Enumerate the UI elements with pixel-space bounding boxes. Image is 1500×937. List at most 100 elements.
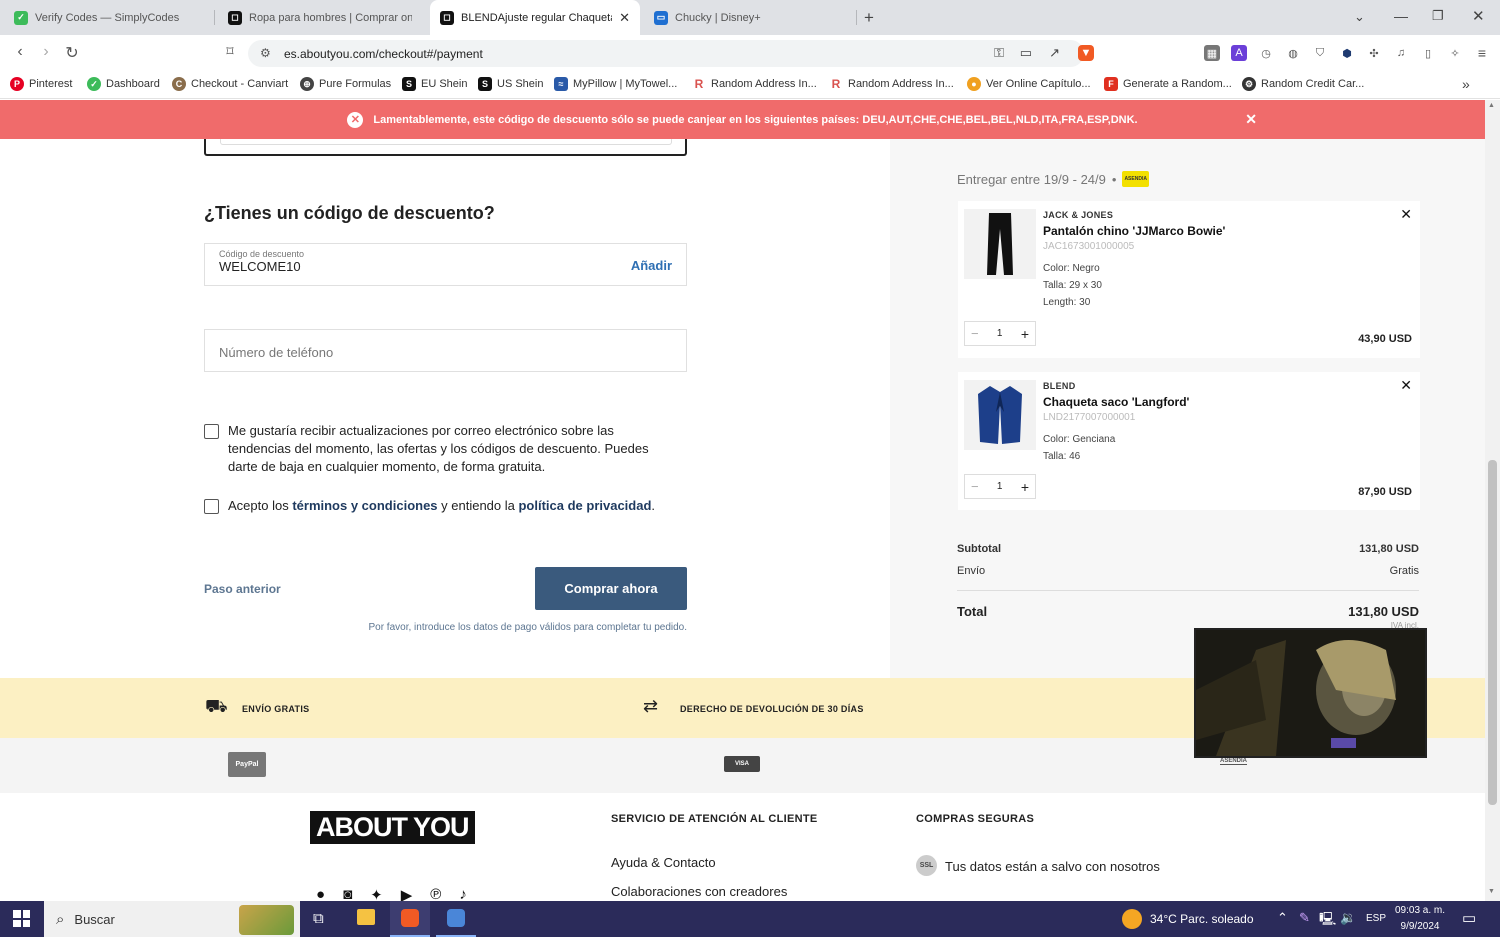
- weather-text[interactable]: 34°C Parc. soleado: [1150, 912, 1254, 926]
- restore-window-icon[interactable]: ❐: [1432, 8, 1444, 24]
- close-window-icon[interactable]: ✕: [1472, 7, 1485, 25]
- bookmark-random-address-2[interactable]: R Random Address In...: [829, 77, 954, 91]
- close-tab-icon[interactable]: ✕: [619, 10, 630, 26]
- minimize-window-icon[interactable]: —: [1394, 8, 1408, 24]
- tray-pen-icon[interactable]: ✎: [1299, 910, 1310, 926]
- brave-shield-icon[interactable]: ▼: [1078, 45, 1094, 61]
- newsletter-checkbox[interactable]: [204, 424, 219, 439]
- picture-in-picture-video[interactable]: [1194, 628, 1427, 758]
- asendia-badge: ASENDIA: [1122, 171, 1149, 187]
- file-explorer-icon[interactable]: [357, 909, 375, 925]
- tiktok-icon[interactable]: ♪: [459, 886, 467, 901]
- bookmark-eu-shein[interactable]: S EU Shein: [402, 77, 467, 91]
- close-alert-icon[interactable]: ✕: [1245, 111, 1257, 128]
- new-tab-button[interactable]: +: [864, 8, 874, 28]
- bookmark-pure-formulas[interactable]: ⊕ Pure Formulas: [300, 77, 391, 91]
- bookmark-random-credit[interactable]: ⚙ Random Credit Car...: [1242, 77, 1364, 91]
- key-icon[interactable]: ⚿: [994, 45, 1004, 61]
- windows-start-icon[interactable]: [13, 910, 30, 927]
- clock-time[interactable]: 09:03 a. m.: [1390, 905, 1450, 916]
- extension-clock-icon[interactable]: ◷: [1258, 45, 1274, 61]
- decrease-quantity-button[interactable]: −: [971, 326, 979, 341]
- terms-checkbox[interactable]: [204, 499, 219, 514]
- taskbar-app[interactable]: [436, 901, 476, 937]
- extension-drop-icon[interactable]: ◍: [1285, 45, 1301, 61]
- simplycodes-icon: ✓: [14, 10, 28, 25]
- bookmark-ver-online[interactable]: ● Ver Online Capítulo...: [967, 77, 1091, 91]
- extension-a-icon[interactable]: A: [1231, 45, 1247, 61]
- tray-chevron-icon[interactable]: ⌃: [1277, 910, 1288, 926]
- extension-photo-icon[interactable]: ▦: [1204, 45, 1220, 61]
- product-name[interactable]: Chaqueta saco 'Langford': [1043, 395, 1189, 409]
- creators-link[interactable]: Colaboraciones con creadores: [611, 884, 787, 899]
- buy-now-button[interactable]: Comprar ahora: [535, 567, 687, 610]
- bookmark-random-address-1[interactable]: R Random Address In...: [692, 77, 817, 91]
- decrease-quantity-button[interactable]: −: [971, 479, 979, 494]
- sidebar-toggle-icon[interactable]: ▯: [1420, 45, 1436, 61]
- clock-date[interactable]: 9/9/2024: [1390, 921, 1450, 932]
- scroll-down-icon[interactable]: ▼: [1488, 888, 1495, 895]
- scroll-up-icon[interactable]: ▲: [1488, 102, 1495, 109]
- extension-shield-icon[interactable]: ⛉: [1312, 45, 1328, 61]
- back-icon[interactable]: ‹: [10, 43, 30, 61]
- tab-disney-chucky[interactable]: ▭ Chucky | Disney+: [644, 0, 854, 35]
- address-bar[interactable]: ⚙ es.aboutyou.com/checkout#/payment ⚿ ▭ …: [248, 40, 1084, 67]
- product-image-pantalon[interactable]: [964, 209, 1036, 279]
- tab-simplycodes[interactable]: ✓ Verify Codes — SimplyCodes: [4, 0, 212, 35]
- forward-icon[interactable]: ›: [36, 43, 56, 61]
- add-discount-button[interactable]: Añadir: [631, 258, 672, 273]
- bookmark-pinterest[interactable]: P Pinterest: [10, 77, 72, 91]
- scrollbar-thumb[interactable]: [1488, 460, 1497, 805]
- menu-icon[interactable]: ≡: [1474, 45, 1490, 61]
- product-name[interactable]: Pantalón chino 'JJMarco Bowie': [1043, 224, 1225, 238]
- video-frame: [1196, 630, 1425, 756]
- network-icon[interactable]: 🖳: [1319, 910, 1336, 932]
- tab-blend-chaqueta[interactable]: ◻ BLENDAjuste regular Chaqueta ✕: [430, 0, 640, 35]
- pinterest-social-icon[interactable]: ℗: [430, 886, 441, 901]
- help-contact-link[interactable]: Ayuda & Contacto: [611, 855, 716, 870]
- increase-quantity-button[interactable]: +: [1021, 479, 1029, 495]
- tab-ropa-hombres[interactable]: ◻ Ropa para hombres | Comprar online: [218, 0, 422, 35]
- privacy-link[interactable]: política de privacidad: [518, 498, 651, 513]
- media-music-icon[interactable]: ♫: [1393, 45, 1409, 61]
- quantity-stepper[interactable]: − 1 +: [964, 321, 1036, 346]
- notifications-icon[interactable]: ▭: [1462, 909, 1476, 927]
- language-indicator[interactable]: ESP: [1366, 913, 1386, 924]
- bookmark-canviart[interactable]: C Checkout - Canviart: [172, 77, 288, 91]
- bookmark-dashboard[interactable]: ✓ Dashboard: [87, 77, 160, 91]
- twitter-icon[interactable]: ✦: [370, 886, 383, 901]
- cast-icon[interactable]: ▭: [1020, 45, 1032, 61]
- youtube-icon[interactable]: ▶: [401, 886, 413, 901]
- leo-ai-icon[interactable]: ✧: [1447, 45, 1463, 61]
- terms-link[interactable]: términos y condiciones: [292, 498, 437, 513]
- bookmark-page-icon[interactable]: ⌑: [220, 43, 240, 60]
- page-scrollbar[interactable]: ▲ ▼: [1485, 100, 1500, 901]
- bookmark-us-shein[interactable]: S US Shein: [478, 77, 543, 91]
- remove-item-icon[interactable]: ✕: [1400, 206, 1412, 223]
- quantity-stepper[interactable]: − 1 +: [964, 474, 1036, 499]
- increase-quantity-button[interactable]: +: [1021, 326, 1029, 342]
- total-value: 131,80 USD: [1348, 604, 1419, 619]
- tab-list-chevron-icon[interactable]: ⌄: [1354, 9, 1365, 25]
- facebook-icon[interactable]: ●: [316, 886, 325, 901]
- reload-icon[interactable]: ↻: [62, 43, 82, 63]
- previous-step-link[interactable]: Paso anterior: [204, 582, 281, 596]
- extension-cube-icon[interactable]: ⬢: [1339, 45, 1355, 61]
- bookmarks-more-icon[interactable]: »: [1462, 76, 1470, 92]
- bookmark-generate-random[interactable]: F Generate a Random...: [1104, 77, 1232, 91]
- remove-item-icon[interactable]: ✕: [1400, 377, 1412, 394]
- product-brand: JACK & JONES: [1043, 210, 1114, 220]
- extensions-puzzle-icon[interactable]: ✣: [1366, 45, 1382, 61]
- aboutyou-logo[interactable]: ABOUT YOU: [310, 811, 475, 844]
- phone-input[interactable]: Número de teléfono: [204, 329, 687, 372]
- product-image-chaqueta[interactable]: [964, 380, 1036, 450]
- instagram-icon[interactable]: ◙: [343, 886, 352, 901]
- taskbar-search[interactable]: ⌕ Buscar: [44, 901, 300, 937]
- volume-icon[interactable]: 🔉: [1340, 910, 1356, 926]
- taskbar-brave[interactable]: [390, 901, 430, 937]
- share-icon[interactable]: ↗: [1049, 45, 1060, 61]
- bookmark-mypillow[interactable]: ≈ MyPillow | MyTowel...: [554, 77, 677, 91]
- discount-code-input[interactable]: Código de descuento WELCOME10 Añadir: [204, 243, 687, 286]
- site-info-icon[interactable]: ⚙: [260, 46, 271, 60]
- task-view-icon[interactable]: ⧉: [313, 910, 324, 927]
